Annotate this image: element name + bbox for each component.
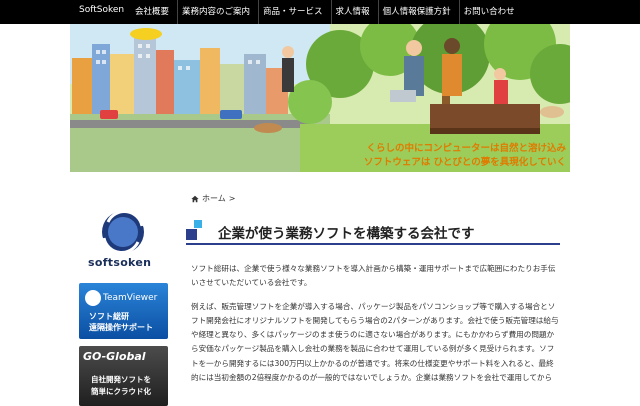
softsoken-logo[interactable]: softsoken — [80, 206, 166, 274]
nav-privacy[interactable]: 個人情報保護方針 — [377, 0, 455, 24]
teamviewer-icon — [85, 290, 101, 306]
detail-paragraph: 例えば、販売管理ソフトを企業が導入する場合、パッケージ製品をパソコンショップ等で… — [191, 301, 559, 383]
main-content: ソフト総研は、企業で使う様々な業務ソフトを導入計画から構築・運用サポートまで広範… — [191, 262, 560, 394]
brand-link[interactable]: SoftSoken — [79, 5, 124, 15]
nav-contact[interactable]: お問い合わせ — [458, 0, 519, 24]
breadcrumb-home[interactable]: ホーム — [202, 193, 226, 204]
teamviewer-title: TeamViewer — [103, 293, 158, 303]
main-nav: 会社概要 業務内容のご案内 商品・サービス 求人情報 個人情報保護方針 お問い合… — [131, 0, 519, 24]
heading-square-icon — [186, 220, 202, 240]
home-icon — [191, 195, 199, 202]
goglobal-line-1: 自社開発ソフトを — [91, 375, 151, 384]
page-title: 企業が使う業務ソフトを構築する会社です — [218, 226, 475, 242]
banner-tagline-1: くらしの中にコンピューターは自然と溶け込み — [366, 143, 566, 154]
top-nav-bar: SoftSoken 会社概要 業務内容のご案内 商品・サービス 求人情報 個人情… — [0, 0, 640, 24]
hero-banner: くらしの中にコンピューターは自然と溶け込み ソフトウェアは ひとびとの夢を具現化… — [70, 24, 570, 172]
heading-divider — [186, 243, 560, 245]
goglobal-title: GO-Global — [83, 350, 146, 363]
banner-tagline-2: ソフトウェアは ひとびとの夢を具現化していく — [363, 157, 566, 168]
teamviewer-line-2: 遠隔操作サポート — [89, 323, 153, 332]
nav-company[interactable]: 会社概要 — [131, 0, 173, 24]
breadcrumb-separator: > — [228, 194, 236, 203]
goglobal-line-2: 簡単にクラウド化 — [91, 387, 151, 396]
breadcrumb: ホーム > — [191, 193, 235, 204]
intro-paragraph: ソフト総研は、企業で使う様々な業務ソフトを導入計画から構築・運用サポートまで広範… — [191, 264, 556, 288]
teamviewer-banner[interactable]: TeamViewer ソフト総研 遠隔操作サポート — [79, 283, 168, 339]
nav-recruit[interactable]: 求人情報 — [330, 0, 374, 24]
nav-products[interactable]: 商品・サービス — [258, 0, 327, 24]
nav-services-info[interactable]: 業務内容のご案内 — [177, 0, 254, 24]
globe-logo-icon — [102, 210, 144, 254]
teamviewer-line-1: ソフト総研 — [89, 312, 129, 321]
goglobal-banner[interactable]: GO-Global 自社開発ソフトを 簡単にクラウド化 — [79, 346, 168, 406]
logo-wordmark: softsoken — [88, 256, 152, 269]
